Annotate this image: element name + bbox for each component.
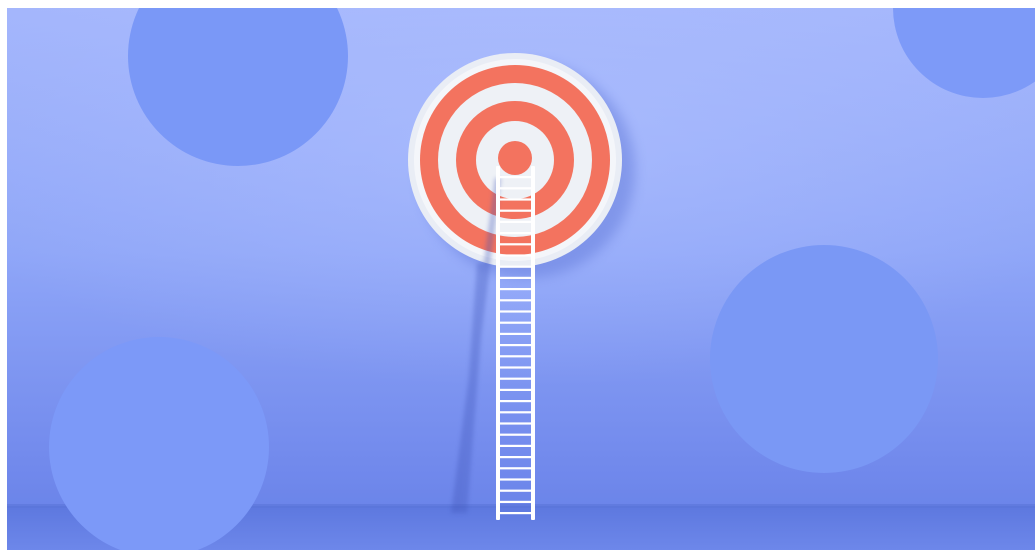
ladder-rung bbox=[500, 232, 531, 235]
target-icon bbox=[408, 53, 622, 267]
ladder-rung bbox=[500, 478, 531, 481]
ladder-rung bbox=[500, 444, 531, 447]
ladder-rung bbox=[500, 176, 531, 179]
ladder-rung bbox=[500, 310, 531, 313]
illustration-canvas bbox=[7, 8, 1035, 550]
ladder-rung bbox=[500, 377, 531, 380]
ladder-rung bbox=[500, 209, 531, 212]
ladder-right-rail bbox=[531, 166, 535, 520]
ladder-rung bbox=[500, 456, 531, 459]
ladder-rung bbox=[500, 400, 531, 403]
ladder-rung bbox=[500, 344, 531, 347]
ladder-rung bbox=[500, 243, 531, 246]
target-ladder-illustration bbox=[7, 8, 1035, 550]
ladder-rung bbox=[500, 422, 531, 425]
ladder-rung bbox=[500, 321, 531, 324]
ladder-rung bbox=[500, 220, 531, 223]
ladder-rung bbox=[500, 467, 531, 470]
ladder-rung bbox=[500, 299, 531, 302]
ladder-rung bbox=[500, 433, 531, 436]
ladder-rung bbox=[500, 512, 531, 515]
ladder-rung bbox=[500, 388, 531, 391]
ladder-rung bbox=[500, 355, 531, 358]
ladder-rung bbox=[500, 198, 531, 201]
ladder-rung bbox=[500, 187, 531, 190]
ladder-left-rail bbox=[496, 166, 500, 520]
ladder-rung bbox=[500, 265, 531, 268]
decorative-circle-right bbox=[710, 245, 938, 473]
ladder-rung bbox=[500, 411, 531, 414]
decorative-circle-bottom-left bbox=[49, 337, 269, 550]
ladder-rung bbox=[500, 288, 531, 291]
ladder-rung bbox=[500, 254, 531, 257]
ladder-rung bbox=[500, 500, 531, 503]
ladder-rung bbox=[500, 332, 531, 335]
ladder-rung bbox=[500, 366, 531, 369]
ladder-rung bbox=[500, 276, 531, 279]
ladder-rung bbox=[500, 489, 531, 492]
